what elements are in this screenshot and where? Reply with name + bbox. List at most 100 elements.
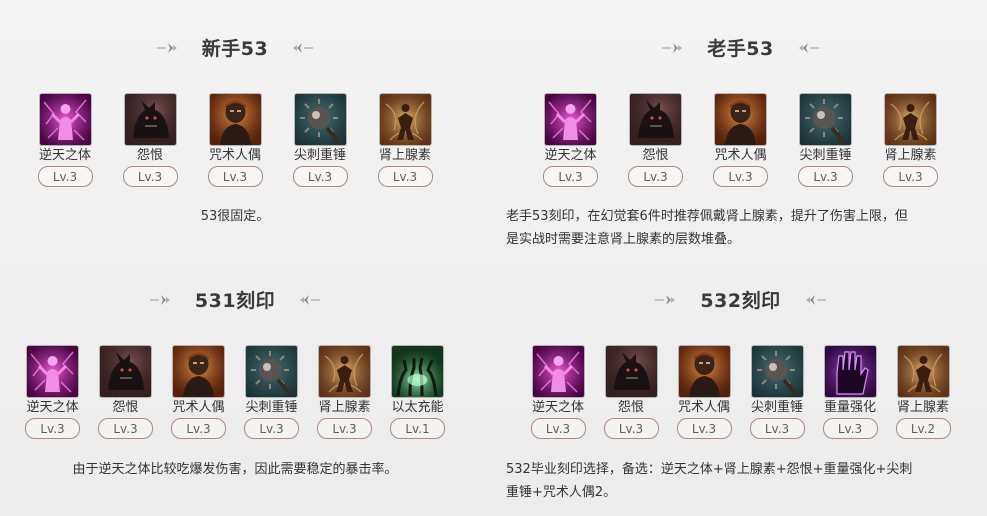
engraving-level-badge: Lv.3	[713, 166, 768, 187]
puppet-icon	[173, 346, 224, 397]
purple-glove-icon	[825, 346, 876, 397]
engraving-item[interactable]: 咒术人偶 Lv.3	[673, 346, 736, 439]
engraving-level-badge: Lv.3	[822, 418, 878, 439]
spike-ball-icon	[752, 346, 803, 397]
beast-icon	[606, 346, 657, 397]
adrenaline-icon	[380, 94, 431, 145]
panel-description: 53很固定。	[200, 209, 270, 224]
description-line: 重锤+咒术人偶2。	[506, 485, 617, 500]
panel-title-row: 老手53	[494, 34, 987, 61]
description-line: 老手53刻印，在幻觉套6件时推荐佩戴肾上腺素，提升了伤害上限，但	[506, 209, 908, 224]
engraving-level-badge: Lv.3	[628, 166, 683, 187]
engraving-item[interactable]: 咒术人偶 Lv.3	[204, 94, 267, 187]
spike-ball-icon	[295, 94, 346, 145]
engraving-level-badge: Lv.3	[292, 166, 348, 187]
purple-body-icon	[40, 94, 91, 145]
panel-description: 532毕业刻印选择，备选：逆天之体+肾上腺素+怨恨+重量强化+尖刺 重锤+咒术人…	[506, 458, 912, 504]
beast-icon	[100, 346, 151, 397]
panel-title: 532刻印	[700, 290, 781, 312]
engraving-item[interactable]: 逆天之体 Lv.3	[527, 346, 590, 439]
engraving-name: 怨恨	[617, 400, 644, 415]
panel-title-row: 531刻印	[0, 286, 470, 313]
engraving-level-badge: Lv.3	[122, 166, 178, 187]
engraving-item[interactable]: 逆天之体 Lv.3	[21, 346, 84, 439]
engraving-name: 尖刺重锤	[293, 148, 346, 163]
spike-ball-icon	[246, 346, 297, 397]
left-ornament-icon	[661, 41, 683, 55]
engraving-level-badge: Lv.1	[390, 418, 445, 439]
engraving-level-badge: Lv.3	[207, 166, 263, 187]
engraving-item[interactable]: 怨恨 Lv.3	[119, 94, 182, 187]
engraving-level-badge: Lv.3	[883, 166, 938, 187]
beast-icon	[125, 94, 176, 145]
panel-description: 老手53刻印，在幻觉套6件时推荐佩戴肾上腺素，提升了伤害上限，但 是实战时需要注…	[506, 205, 908, 251]
panel-title-row: 532刻印	[494, 286, 987, 313]
engraving-item[interactable]: 尖刺重锤 Lv.3	[289, 94, 352, 187]
ether-hands-icon	[392, 346, 443, 397]
left-ornament-icon	[654, 293, 676, 307]
engraving-name: 尖刺重锤	[245, 400, 298, 415]
build-panel-532: 532刻印 逆天之体 Lv.3 怨恨 Lv.3 咒术人偶 Lv.3 尖刺重锤 L…	[494, 258, 987, 516]
puppet-icon	[210, 94, 261, 145]
build-panel-veteran-53: 老手53 逆天之体 Lv.3 怨恨 Lv.3 咒术人偶 Lv.3 尖刺重锤 Lv…	[494, 0, 987, 258]
purple-body-icon	[533, 346, 584, 397]
engraving-name: 怨恨	[136, 148, 163, 163]
engraving-list: 逆天之体 Lv.3 怨恨 Lv.3 咒术人偶 Lv.3 尖刺重锤 Lv.3 肾上…	[0, 94, 470, 187]
puppet-icon	[715, 94, 766, 145]
left-ornament-icon	[156, 41, 178, 55]
right-ornament-icon	[798, 41, 820, 55]
engraving-level-badge: Lv.3	[244, 418, 299, 439]
purple-body-icon	[27, 346, 78, 397]
engraving-level-badge: Lv.3	[171, 418, 226, 439]
engraving-item[interactable]: 咒术人偶 Lv.3	[167, 346, 230, 439]
engraving-name: 重量强化	[823, 400, 876, 415]
right-ornament-icon	[292, 41, 314, 55]
engraving-name: 肾上腺素	[378, 148, 431, 163]
engraving-item[interactable]: 肾上腺素 Lv.2	[892, 346, 955, 439]
engraving-item[interactable]: 怨恨 Lv.3	[600, 346, 663, 439]
engraving-item[interactable]: 尖刺重锤 Lv.3	[794, 94, 857, 187]
engraving-name: 尖刺重锤	[750, 400, 803, 415]
engraving-list: 逆天之体 Lv.3 怨恨 Lv.3 咒术人偶 Lv.3 尖刺重锤 Lv.3 肾上…	[0, 346, 470, 439]
left-ornament-icon	[149, 293, 171, 307]
engraving-level-badge: Lv.3	[98, 418, 153, 439]
engraving-item[interactable]: 怨恨 Lv.3	[624, 94, 687, 187]
engraving-item[interactable]: 逆天之体 Lv.3	[34, 94, 97, 187]
engraving-item[interactable]: 尖刺重锤 Lv.3	[240, 346, 303, 439]
engraving-name: 咒术人偶	[714, 148, 767, 163]
engraving-item[interactable]: 尖刺重锤 Lv.3	[746, 346, 809, 439]
engraving-level-badge: Lv.3	[676, 418, 732, 439]
panel-title: 新手53	[201, 38, 269, 60]
engraving-name: 怨恨	[642, 148, 669, 163]
engraving-item[interactable]: 逆天之体 Lv.3	[539, 94, 602, 187]
engraving-item[interactable]: 肾上腺素 Lv.3	[374, 94, 437, 187]
engraving-item[interactable]: 以太充能 Lv.1	[386, 346, 449, 439]
engraving-level-badge: Lv.3	[749, 418, 805, 439]
engraving-name: 肾上腺素	[318, 400, 371, 415]
description-line: 是实战时需要注意肾上腺素的层数堆叠。	[506, 232, 741, 247]
engraving-item[interactable]: 重量强化 Lv.3	[819, 346, 882, 439]
spike-ball-icon	[800, 94, 851, 145]
engraving-level-badge: Lv.3	[530, 418, 586, 439]
description-line: 532毕业刻印选择，备选：逆天之体+肾上腺素+怨恨+重量强化+尖刺	[506, 462, 913, 477]
engraving-name: 逆天之体	[26, 400, 79, 415]
engraving-item[interactable]: 咒术人偶 Lv.3	[709, 94, 772, 187]
engraving-name: 咒术人偶	[172, 400, 225, 415]
engraving-level-badge: Lv.3	[543, 166, 598, 187]
engraving-name: 肾上腺素	[884, 148, 937, 163]
engraving-list: 逆天之体 Lv.3 怨恨 Lv.3 咒术人偶 Lv.3 尖刺重锤 Lv.3 重量…	[494, 346, 987, 439]
build-panel-531: 531刻印 逆天之体 Lv.3 怨恨 Lv.3 咒术人偶 Lv.3 尖刺重锤 L…	[0, 258, 470, 516]
engraving-name: 咒术人偶	[677, 400, 730, 415]
engraving-name: 逆天之体	[544, 148, 597, 163]
engraving-item[interactable]: 肾上腺素 Lv.3	[313, 346, 376, 439]
engraving-level-badge: Lv.3	[377, 166, 433, 187]
engraving-name: 怨恨	[112, 400, 139, 415]
engraving-name: 肾上腺素	[896, 400, 949, 415]
engraving-item[interactable]: 怨恨 Lv.3	[94, 346, 157, 439]
panel-title-row: 新手53	[0, 34, 470, 61]
engraving-name: 以太充能	[391, 400, 444, 415]
engraving-level-badge: Lv.3	[25, 418, 80, 439]
adrenaline-icon	[885, 94, 936, 145]
engraving-item[interactable]: 肾上腺素 Lv.3	[879, 94, 942, 187]
engraving-level-badge: Lv.3	[37, 166, 93, 187]
